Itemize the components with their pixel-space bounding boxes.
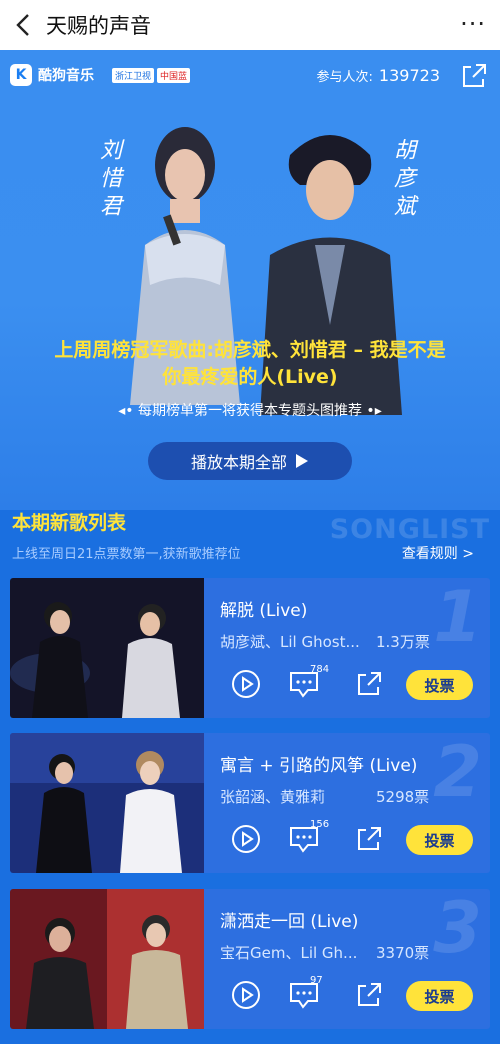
china-blue-logo: 中国蓝: [157, 67, 191, 83]
play-song-button[interactable]: [228, 977, 264, 1013]
song-title: 寓言 + 引路的风筝 (Live): [220, 756, 418, 776]
kugou-logo-icon: K: [10, 64, 32, 86]
song-title: 潇洒走一回 (Live): [220, 912, 359, 932]
song-card[interactable]: 1 解脱 (Live) 胡彦斌、Lil Ghost... 1.3万票 784 投…: [10, 578, 490, 718]
play-circle-icon: [232, 981, 260, 1009]
caption-line-1: 上周周榜冠军歌曲:胡彦斌、刘惜君 – 我是不是: [54, 339, 446, 361]
top-bar: 天赐的声音 ···: [0, 0, 500, 50]
play-song-button[interactable]: [228, 821, 264, 857]
page-title: 天赐的声音: [46, 14, 151, 38]
vote-button[interactable]: 投票: [406, 670, 473, 700]
songlist-watermark: SONGLIST: [329, 514, 490, 545]
share-icon: [358, 827, 381, 850]
song-artist: 胡彦斌、Lil Ghost...: [220, 633, 360, 651]
song-card[interactable]: 3 潇洒走一回 (Live) 宝石Gem、Lil Gh... 3370票 97 …: [10, 889, 490, 1029]
play-song-button[interactable]: [228, 666, 264, 702]
song-card[interactable]: 2 寓言 + 引路的风筝 (Live) 张韶涵、黄雅莉 5298票 156 投票: [10, 733, 490, 873]
caption-line-2: 你最疼爱的人(Live): [162, 366, 338, 388]
rank-number: 3: [433, 889, 482, 969]
song-thumbnail: [10, 889, 204, 1029]
participants-count: 参与人次: 139723: [317, 66, 440, 85]
play-icon: [296, 454, 308, 468]
zhejiang-tv-logo: 浙江卫视: [112, 67, 155, 83]
brand-logos: K 酷狗音乐 浙江卫视 中国蓝: [10, 64, 191, 86]
hero-banner[interactable]: K 酷狗音乐 浙江卫视 中国蓝 参与人次: 139723 刘惜君 胡彦斌 上周周榜…: [0, 50, 500, 510]
song-votes: 5298票: [376, 788, 430, 806]
comment-count: 784: [310, 664, 330, 675]
songlist-title: 本期新歌列表: [12, 512, 127, 534]
singer-name-right: 胡彦斌: [390, 138, 415, 222]
chevron-left-icon: [16, 14, 29, 36]
vote-button[interactable]: 投票: [406, 825, 473, 855]
view-rules-link[interactable]: 查看规则 >: [402, 543, 474, 563]
play-all-label: 播放本期全部: [190, 453, 287, 472]
partner-logos: 浙江卫视 中国蓝: [112, 67, 191, 83]
share-song-button[interactable]: [351, 821, 387, 857]
comment-count: 97: [310, 975, 323, 986]
hero-subtitle: ◂• 每期榜单第一将获得本专题头图推荐 •▸: [118, 403, 382, 419]
share-button[interactable]: [460, 62, 488, 94]
rank-number: 1: [433, 578, 482, 658]
play-circle-icon: [232, 670, 260, 698]
champion-caption: 上周周榜冠军歌曲:胡彦斌、刘惜君 – 我是不是 你最疼爱的人(Live): [30, 337, 470, 391]
more-menu-button[interactable]: ···: [460, 10, 486, 38]
play-circle-icon: [232, 825, 260, 853]
share-song-button[interactable]: [351, 666, 387, 702]
song-thumbnail: [10, 733, 204, 873]
share-song-button[interactable]: [351, 977, 387, 1013]
song-thumbnail: [10, 578, 204, 718]
play-all-button[interactable]: 播放本期全部: [148, 442, 352, 480]
share-icon: [463, 64, 486, 87]
song-artist: 张韶涵、黄雅莉: [220, 788, 326, 806]
comment-count: 156: [310, 819, 330, 830]
brand-name: 酷狗音乐: [38, 68, 94, 84]
singer-name-left: 刘惜君: [96, 138, 121, 222]
song-votes: 1.3万票: [376, 633, 430, 651]
vote-button[interactable]: 投票: [406, 981, 473, 1011]
song-title: 解脱 (Live): [220, 601, 308, 621]
share-icon: [358, 672, 381, 695]
share-icon: [358, 983, 381, 1006]
song-artist: 宝石Gem、Lil Gh...: [220, 944, 358, 962]
participants-number: 139723: [378, 66, 440, 85]
rank-number: 2: [433, 733, 482, 813]
songlist-subtitle: 上线至周日21点票数第一,获新歌推荐位: [12, 547, 241, 562]
song-votes: 3370票: [376, 944, 430, 962]
participants-label: 参与人次:: [316, 70, 373, 85]
back-button[interactable]: [0, 0, 46, 50]
